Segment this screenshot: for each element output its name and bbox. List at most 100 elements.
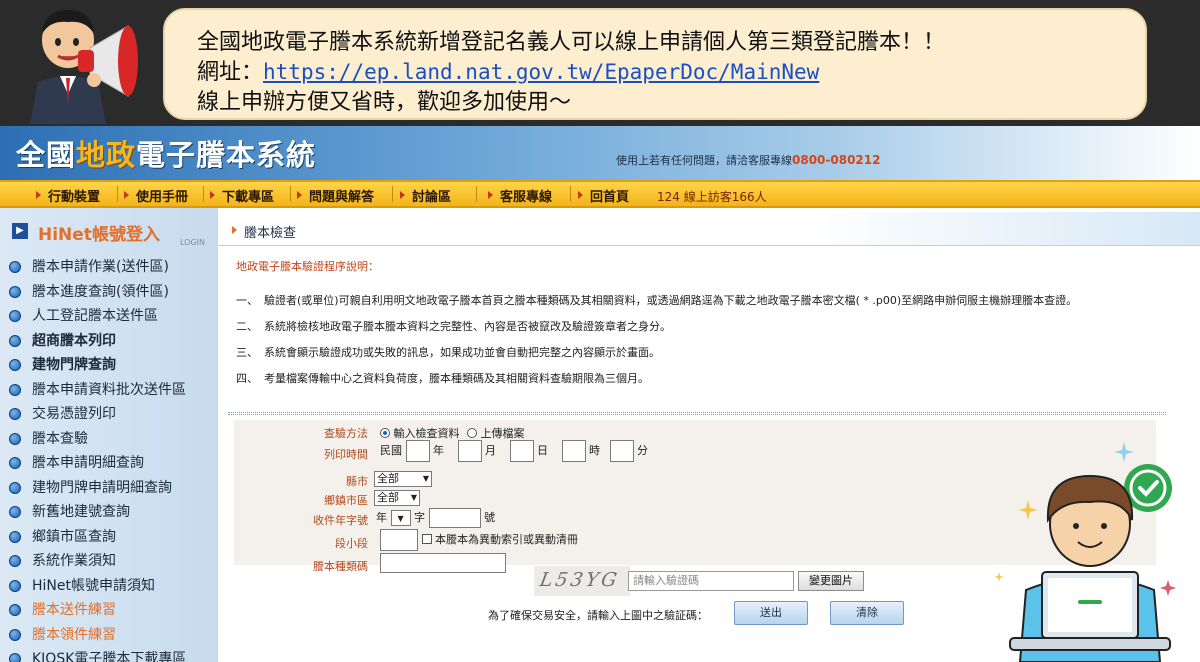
nav-service[interactable]: 客服專線 xyxy=(488,186,552,205)
print-time-fields: 民國 年 月 日 時 分 xyxy=(380,440,648,462)
bullet-icon xyxy=(9,653,21,662)
nav-separator xyxy=(476,186,477,202)
arrow-icon: ▶ xyxy=(12,223,28,239)
description-item: 一、 驗證者(或單位)可親自利用明文地政電子謄本首頁之謄本種類碼及其相關資料，或透… xyxy=(236,294,1078,307)
method-option-1-label: 輸入檢查資料 xyxy=(393,427,460,440)
method-radio-input[interactable] xyxy=(380,428,390,438)
section-label: 段小段 xyxy=(335,537,368,550)
sidebar-item-store-print[interactable]: 超商謄本列印 xyxy=(0,330,218,355)
year-unit: 年 xyxy=(433,444,444,457)
announcement-bubble: 全國地政電子謄本系統新增登記名義人可以線上申請個人第三類登記謄本！！ 網址：ht… xyxy=(163,8,1147,120)
nav-manual[interactable]: 使用手冊 xyxy=(124,186,188,205)
minute-unit: 分 xyxy=(637,444,648,457)
county-select[interactable]: 全部 ▼ xyxy=(374,471,432,487)
sidebar-item-guide[interactable]: 系統作業須知 xyxy=(0,550,218,575)
announcement-line-2: 網址：https://ep.land.nat.gov.tw/EpaperDoc/… xyxy=(197,54,819,86)
sidebar-item-detail-query[interactable]: 謄本申請明細查詢 xyxy=(0,452,218,477)
logo-part-3: 電子謄本系統 xyxy=(136,138,317,172)
sidebar-item-town-query[interactable]: 鄉鎮市區查詢 xyxy=(0,526,218,551)
submit-button[interactable]: 送出 xyxy=(734,601,808,625)
change-index-checkbox[interactable] xyxy=(421,534,432,544)
bullet-icon xyxy=(9,383,21,396)
nav-download[interactable]: 下載專區 xyxy=(210,186,274,205)
receipt-number-input[interactable] xyxy=(428,508,481,528)
nav-home[interactable]: 回首頁 xyxy=(578,186,629,205)
refresh-captcha-button[interactable]: 變更圖片 xyxy=(798,571,864,591)
bullet-icon xyxy=(9,261,21,273)
clear-button[interactable]: 清除 xyxy=(830,601,904,625)
logo-part-1: 全國 xyxy=(16,138,77,172)
nav-separator xyxy=(203,186,204,202)
login-sub-label: LOGIN xyxy=(180,238,206,247)
county-label: 縣市 xyxy=(346,475,368,488)
county-select-value: 全部 xyxy=(377,472,399,485)
method-radio-upload[interactable] xyxy=(467,428,477,438)
month-unit: 月 xyxy=(485,444,496,457)
announcement-line-1: 全國地政電子謄本系統新增登記名義人可以線上申請個人第三類登記謄本！！ xyxy=(197,30,946,55)
year-input[interactable] xyxy=(405,440,430,462)
receipt-year-select[interactable]: ▼ xyxy=(390,510,411,526)
minute-input[interactable] xyxy=(609,440,634,462)
bullet-icon xyxy=(9,579,21,592)
nav-forum[interactable]: 討論區 xyxy=(400,186,451,205)
document-code-input[interactable] xyxy=(380,553,506,573)
month-input[interactable] xyxy=(457,440,482,462)
url-prefix: 網址： xyxy=(197,60,264,85)
bullet-icon xyxy=(9,432,21,445)
captcha-input[interactable]: 請輸入驗證碼 xyxy=(628,571,794,591)
laptop-person-icon xyxy=(994,442,1176,662)
sidebar-item-verify[interactable]: 謄本查驗 xyxy=(0,428,218,453)
receipt-label: 收件年字號 xyxy=(313,514,368,527)
hinet-login-button[interactable]: ▶ HiNet帳號登入 LOGIN xyxy=(0,216,218,247)
sidebar-item-apply[interactable]: 謄本申請作業(送件區) xyxy=(0,256,218,281)
nav-separator xyxy=(290,186,291,202)
sidebar-item-address-detail[interactable]: 建物門牌申請明細查詢 xyxy=(0,477,218,502)
top-nav: 行動裝置 使用手冊 下載專區 問題與解答 討論區 客服專線 回首頁 124 線上… xyxy=(0,180,1200,208)
sidebar-item-old-new-number[interactable]: 新舊地建號查詢 xyxy=(0,501,218,526)
sidebar-item-kiosk[interactable]: KIOSK電子謄本下載專區 xyxy=(0,648,218,662)
nav-faq[interactable]: 問題與解答 xyxy=(297,186,374,205)
nav-mobile[interactable]: 行動裝置 xyxy=(36,186,100,205)
announcement-url-link[interactable]: https://ep.land.nat.gov.tw/EpaperDoc/Mai… xyxy=(263,60,819,84)
section-fields: 本謄本為異動索引或異動清冊 xyxy=(380,529,578,551)
sidebar-item-progress[interactable]: 謄本進度查詢(領件區) xyxy=(0,281,218,306)
sidebar-item-receive-practice[interactable]: 謄本領件練習 xyxy=(0,624,218,649)
site-logo[interactable]: 全國地政電子謄本系統 xyxy=(16,132,316,174)
sidebar-item-send-practice[interactable]: 謄本送件練習 xyxy=(0,599,218,624)
hotline-label: 使用上若有任何問題，請洽客服專線 xyxy=(616,154,792,167)
day-unit: 日 xyxy=(537,444,548,457)
town-select-value: 全部 xyxy=(377,491,399,504)
sidebar-item-receipt-print[interactable]: 交易憑證列印 xyxy=(0,403,218,428)
hour-input[interactable] xyxy=(561,440,586,462)
hinet-login-label: HiNet帳號登入 xyxy=(38,225,160,245)
bullet-icon xyxy=(9,285,21,298)
description-item: 四、 考量檔案傳輸中心之資料負荷度，謄本種類碼及其相關資料查驗期限為三個月。 xyxy=(236,372,649,385)
chevron-down-icon: ▼ xyxy=(410,493,417,502)
visitor-count: 124 線上訪客166人 xyxy=(657,190,767,204)
sidebar-item-batch[interactable]: 謄本申請資料批次送件區 xyxy=(0,379,218,404)
chevron-down-icon: ▼ xyxy=(397,514,404,523)
code-field xyxy=(380,553,506,573)
announcement-line-3: 線上申辦方便又省時，歡迎多加使用～ xyxy=(197,90,572,115)
town-select[interactable]: 全部 ▼ xyxy=(374,490,420,506)
sidebar-item-hinet-guide[interactable]: HiNet帳號申請須知 xyxy=(0,575,218,600)
receipt-fields: 年 ▼ 字 號 xyxy=(376,508,495,528)
method-option-2-label: 上傳檔案 xyxy=(480,427,525,440)
captcha-image: L53YG xyxy=(534,566,630,596)
receipt-char-unit: 字 xyxy=(414,511,425,524)
receipt-year-unit: 年 xyxy=(376,511,387,524)
bullet-icon xyxy=(9,457,21,469)
bullet-icon xyxy=(9,359,21,371)
day-input[interactable] xyxy=(509,440,534,462)
print-time-label: 列印時間 xyxy=(324,448,368,461)
chevron-down-icon: ▼ xyxy=(422,474,429,483)
nav-separator xyxy=(570,186,571,202)
bullet-icon xyxy=(9,506,21,518)
divider xyxy=(228,412,1166,415)
left-sidebar: ▶ HiNet帳號登入 LOGIN 謄本申請作業(送件區) 謄本進度查詢(領件區… xyxy=(0,208,218,662)
bullet-icon xyxy=(9,334,21,347)
section-input[interactable] xyxy=(380,529,418,551)
sidebar-item-address-query[interactable]: 建物門牌查詢 xyxy=(0,354,218,379)
sidebar-item-manual-register[interactable]: 人工登記謄本送件區 xyxy=(0,305,218,330)
code-label: 謄本種類碼 xyxy=(313,560,368,573)
